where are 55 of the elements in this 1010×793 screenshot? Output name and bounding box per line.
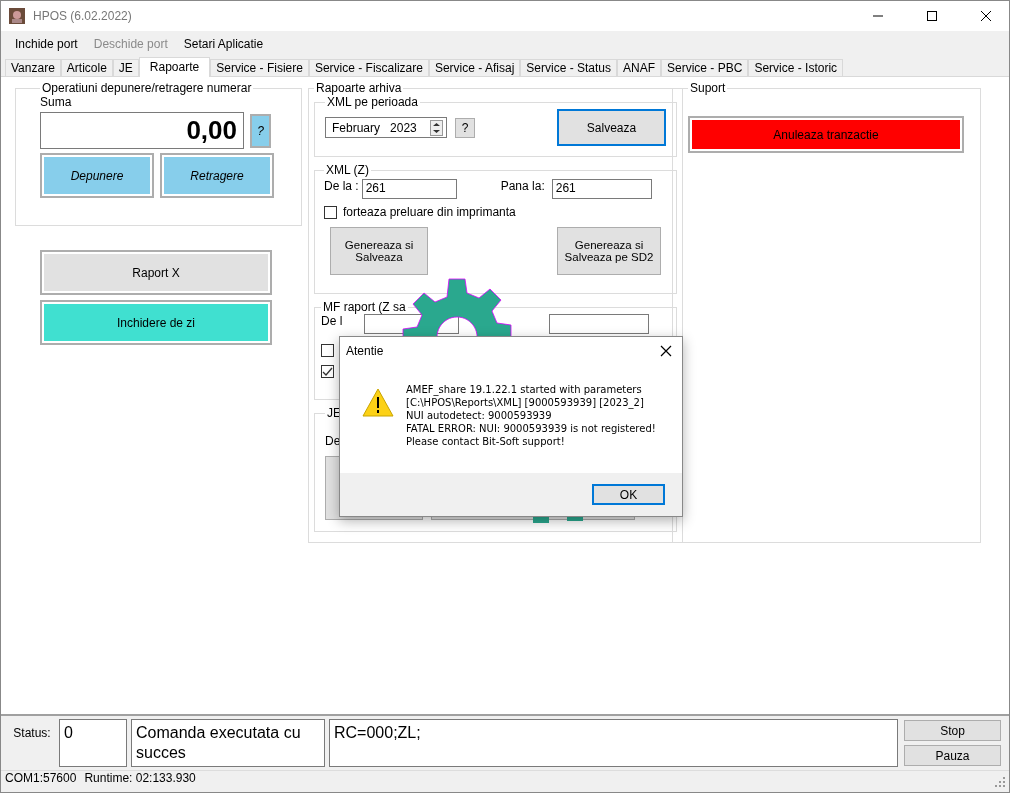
runtime-status: Runtime: 02:133.930 bbox=[84, 771, 197, 785]
input-field[interactable]: 261 bbox=[551, 179, 652, 199]
amount-field[interactable]: 0,00 bbox=[40, 112, 244, 149]
field-label: Suma bbox=[40, 95, 72, 109]
withdraw-button[interactable]: Retragere bbox=[160, 153, 274, 198]
help-button[interactable]: ? bbox=[250, 113, 271, 148]
message-text: [C:\HPOS\Reports\XML] [9000593939] [2023_2] bbox=[406, 396, 645, 409]
deposit-button[interactable]: Depunere bbox=[40, 153, 154, 198]
port-status: COM1:57600 bbox=[5, 771, 77, 785]
save-button[interactable]: Salveaza bbox=[557, 109, 666, 146]
tab[interactable]: Rapoarte bbox=[138, 57, 211, 77]
menu-item[interactable]: Setari Aplicatie bbox=[175, 37, 272, 51]
tab[interactable]: Vanzare bbox=[5, 59, 61, 76]
message-text: AMEF_share 19.1.22.1 started with parameters bbox=[406, 383, 643, 396]
group-title: Operatiuni depunere/retragere numerar bbox=[41, 81, 253, 95]
field-label: Pana la: bbox=[500, 179, 545, 193]
field-label: De bbox=[325, 434, 341, 448]
group-title: Rapoarte arhiva bbox=[315, 81, 403, 95]
message-text: NUI autodetect: 9000593939 bbox=[406, 409, 553, 422]
message-text: Please contact Bit-Soft support! bbox=[406, 435, 566, 448]
dialog-title: Atentie bbox=[346, 344, 384, 358]
tab[interactable]: Service - Fiscalizare bbox=[308, 59, 429, 76]
tab[interactable]: ANAF bbox=[617, 59, 661, 76]
tab[interactable]: JE bbox=[112, 59, 139, 76]
field-label: De l bbox=[321, 314, 343, 328]
ok-button[interactable]: OK bbox=[592, 484, 665, 505]
cancel-button[interactable]: Anuleaza tranzactie bbox=[688, 116, 964, 153]
action-button[interactable]: Inchidere de zi bbox=[40, 300, 272, 345]
menu-item[interactable]: Inchide port bbox=[7, 37, 86, 51]
window-title: HPOS (6.02.2022) bbox=[33, 9, 133, 23]
tab[interactable]: Articole bbox=[60, 59, 113, 76]
tab[interactable]: Service - Fisiere bbox=[210, 59, 309, 76]
month-picker[interactable]: February 2023 bbox=[325, 117, 447, 138]
tab[interactable]: Service - PBC bbox=[661, 59, 749, 76]
generate-button[interactable]: Genereaza si Salveaza pe SD2 bbox=[557, 227, 661, 275]
tab[interactable]: Service - Istoric bbox=[748, 59, 844, 76]
group-title: XML pe perioada bbox=[326, 95, 419, 109]
group-title: MF raport (Z sa bbox=[322, 300, 407, 314]
group-title: Suport bbox=[689, 81, 727, 95]
pause-button[interactable]: Pauza bbox=[904, 745, 1001, 766]
input-field[interactable]: 261 bbox=[361, 179, 457, 199]
message-text: FATAL ERROR: NUI: 9000593939 is not registered! bbox=[406, 422, 656, 435]
checkbox-label: forteaza preluare din imprimanta bbox=[343, 205, 516, 219]
field-label: De la : bbox=[324, 179, 359, 193]
stop-button[interactable]: Stop bbox=[904, 720, 1001, 741]
status-message-field: Comanda executata cu succes bbox=[131, 719, 325, 767]
tab[interactable]: Service - Afisaj bbox=[428, 59, 521, 76]
status-label: Status: bbox=[12, 726, 52, 740]
status-code-field: 0 bbox=[59, 719, 127, 767]
generate-button[interactable]: Genereaza si Salveaza bbox=[330, 227, 428, 275]
tab[interactable]: Service - Status bbox=[520, 59, 617, 76]
help-button[interactable]: ? bbox=[455, 117, 475, 138]
group-title: XML (Z) bbox=[325, 163, 370, 177]
action-button[interactable]: Raport X bbox=[40, 250, 272, 295]
response-field: RC=000;ZL; bbox=[329, 719, 898, 767]
